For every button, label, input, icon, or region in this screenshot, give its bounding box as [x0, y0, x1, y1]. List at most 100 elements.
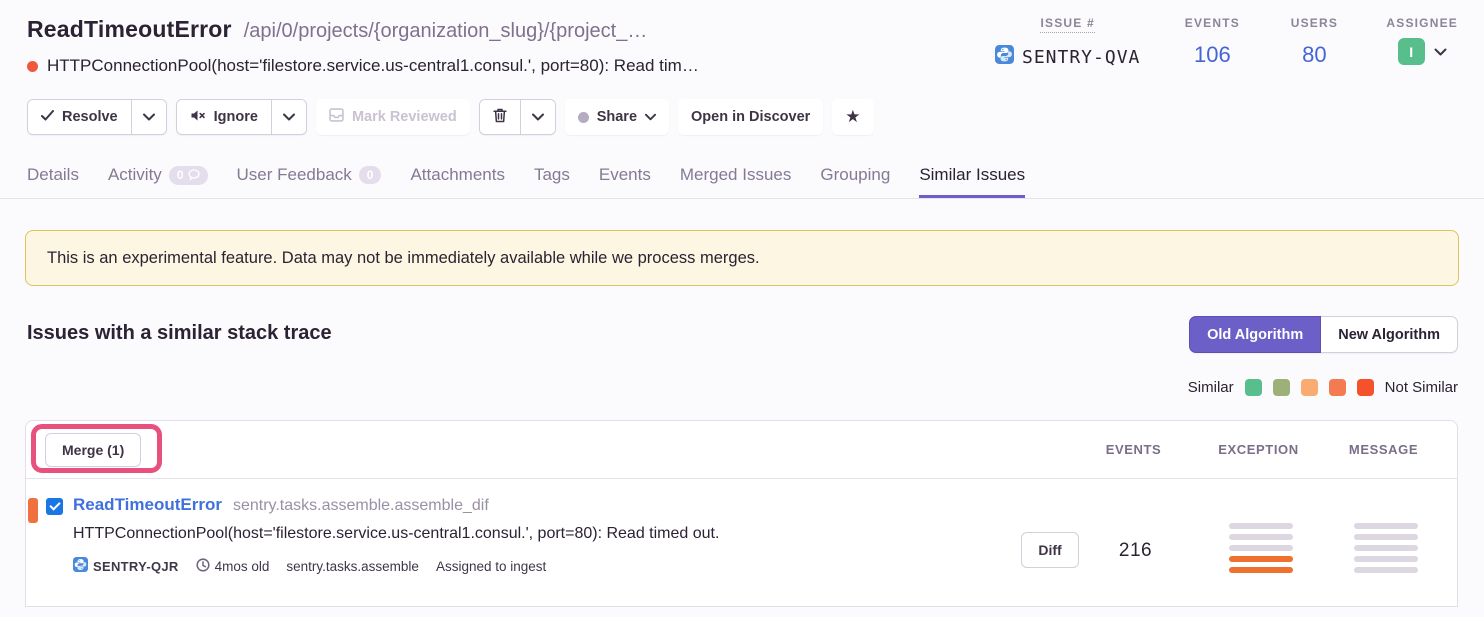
similarity-swatch-3 — [1301, 379, 1318, 396]
row-checkbox[interactable] — [46, 498, 63, 515]
share-button[interactable]: Share — [565, 99, 669, 135]
tab-similar-issues[interactable]: Similar Issues — [919, 157, 1025, 199]
issue-title-link[interactable]: ReadTimeoutError — [73, 495, 222, 515]
mark-reviewed-button[interactable]: Mark Reviewed — [316, 99, 470, 135]
tab-tags[interactable]: Tags — [534, 157, 570, 199]
python-platform-icon — [995, 45, 1014, 69]
section-heading: Issues with a similar stack trace — [27, 322, 332, 345]
tab-events[interactable]: Events — [599, 157, 651, 199]
share-label: Share — [597, 109, 637, 125]
issue-number-label: ISSUE # — [1040, 16, 1094, 33]
ignore-button[interactable]: Ignore — [177, 100, 271, 134]
user-feedback-badge: 0 — [359, 166, 382, 184]
chevron-down-icon — [645, 109, 656, 125]
activity-badge: 0 — [169, 166, 208, 185]
ignore-dropdown-button[interactable] — [271, 100, 306, 134]
stat-users: USERS 80 — [1284, 16, 1344, 69]
similar-issues-table: Merge (1) EVENTS EXCEPTION MESSAGE ReadT… — [25, 420, 1458, 607]
algorithm-toggle: Old Algorithm New Algorithm — [1189, 316, 1458, 353]
row-age: 4mos old — [196, 558, 270, 575]
trash-icon — [493, 108, 507, 127]
similarity-bar — [1229, 567, 1293, 573]
issue-culprit: sentry.tasks.assemble.assemble_dif — [233, 497, 489, 515]
issue-tabs: Details Activity 0 User Feedback 0 Attac… — [27, 157, 1025, 199]
tab-attachments[interactable]: Attachments — [410, 157, 505, 199]
mute-icon — [190, 109, 206, 126]
similarity-bar — [1354, 545, 1418, 551]
resolve-dropdown-button[interactable] — [131, 100, 166, 134]
resolve-button-group: Resolve — [27, 99, 167, 135]
merge-button[interactable]: Merge (1) — [45, 433, 141, 467]
similarity-bar — [1354, 534, 1418, 540]
message-similarity-bars — [1323, 523, 1448, 573]
users-label: USERS — [1291, 16, 1338, 30]
open-in-discover-button[interactable]: Open in Discover — [678, 99, 823, 135]
chevron-down-icon — [143, 109, 155, 125]
chevron-down-icon — [1434, 48, 1447, 56]
tab-activity[interactable]: Activity 0 — [108, 157, 208, 199]
similarity-legend: Similar Not Similar — [1188, 379, 1458, 396]
inbox-icon — [329, 108, 344, 126]
resolve-button[interactable]: Resolve — [28, 100, 131, 134]
issue-details-page: ReadTimeoutError /api/0/projects/{organi… — [0, 0, 1484, 617]
similarity-bar — [1354, 523, 1418, 529]
page-title: ReadTimeoutError — [27, 16, 232, 43]
assignee-label: ASSIGNEE — [1386, 16, 1458, 30]
share-status-dot — [578, 112, 589, 123]
delete-dropdown-button[interactable] — [520, 100, 555, 134]
row-events-count: 216 — [1073, 540, 1198, 562]
error-level-dot — [27, 61, 38, 72]
similarity-swatch-5 — [1357, 379, 1374, 396]
column-header-events: EVENTS — [1071, 442, 1196, 457]
row-assignment: Assigned to ingest — [436, 559, 546, 574]
python-platform-icon — [73, 557, 88, 575]
issue-stats: ISSUE # SENTRY-QVA EVENTS 106 USERS 80 A… — [995, 16, 1458, 69]
events-label: EVENTS — [1185, 16, 1240, 30]
new-algorithm-button[interactable]: New Algorithm — [1321, 316, 1458, 353]
old-algorithm-button[interactable]: Old Algorithm — [1189, 316, 1321, 353]
star-icon: ★ — [845, 107, 860, 127]
issue-short-id: SENTRY-QVA — [1022, 47, 1140, 68]
similarity-swatch-1 — [1245, 379, 1262, 396]
clock-icon — [196, 558, 210, 575]
delete-button[interactable] — [480, 100, 520, 134]
similar-issue-row: ReadTimeoutError sentry.tasks.assemble.a… — [26, 479, 1457, 607]
stat-events: EVENTS 106 — [1182, 16, 1242, 69]
events-count-link[interactable]: 106 — [1194, 42, 1231, 68]
diff-button[interactable]: Diff — [1021, 532, 1079, 568]
similarity-bar — [1229, 534, 1293, 540]
mark-reviewed-label: Mark Reviewed — [352, 109, 457, 125]
stat-issue-number: ISSUE # SENTRY-QVA — [995, 16, 1140, 69]
similarity-bar — [1354, 556, 1418, 562]
assignee-avatar: I — [1398, 38, 1425, 65]
assignee-selector[interactable]: I — [1398, 38, 1447, 65]
ignore-label: Ignore — [214, 109, 258, 125]
tab-user-feedback[interactable]: User Feedback 0 — [237, 157, 382, 199]
issue-short-id-link[interactable]: SENTRY-QVA — [995, 45, 1140, 69]
row-task: sentry.tasks.assemble — [286, 559, 419, 574]
similarity-bar — [1354, 567, 1418, 573]
stat-assignee: ASSIGNEE I — [1386, 16, 1458, 69]
tab-details[interactable]: Details — [27, 157, 79, 199]
chevron-down-icon — [283, 109, 295, 125]
column-header-message: MESSAGE — [1321, 442, 1446, 457]
tab-grouping[interactable]: Grouping — [820, 157, 890, 199]
resolve-label: Resolve — [62, 109, 118, 125]
issue-transaction-path: /api/0/projects/{organization_slug}/{pro… — [244, 20, 648, 43]
tabs-divider — [0, 198, 1484, 199]
row-short-id: SENTRY-QJR — [73, 557, 179, 575]
similar-issues-table-header: Merge (1) EVENTS EXCEPTION MESSAGE — [26, 421, 1457, 479]
check-icon — [41, 109, 54, 125]
comment-bubble-icon — [188, 169, 200, 182]
users-count-link[interactable]: 80 — [1302, 42, 1326, 68]
chevron-down-icon — [532, 109, 544, 125]
legend-not-similar-label: Not Similar — [1385, 379, 1458, 396]
similarity-bar — [1229, 523, 1293, 529]
bookmark-button[interactable]: ★ — [832, 99, 873, 135]
delete-button-group — [479, 99, 556, 135]
issue-actions-toolbar: Resolve Ignore Mark Reviewed — [27, 99, 874, 135]
table-column-headers: EVENTS EXCEPTION MESSAGE — [1071, 421, 1446, 478]
experimental-feature-banner: This is an experimental feature. Data ma… — [25, 230, 1459, 286]
tab-merged-issues[interactable]: Merged Issues — [680, 157, 792, 199]
similarity-swatch-2 — [1273, 379, 1290, 396]
